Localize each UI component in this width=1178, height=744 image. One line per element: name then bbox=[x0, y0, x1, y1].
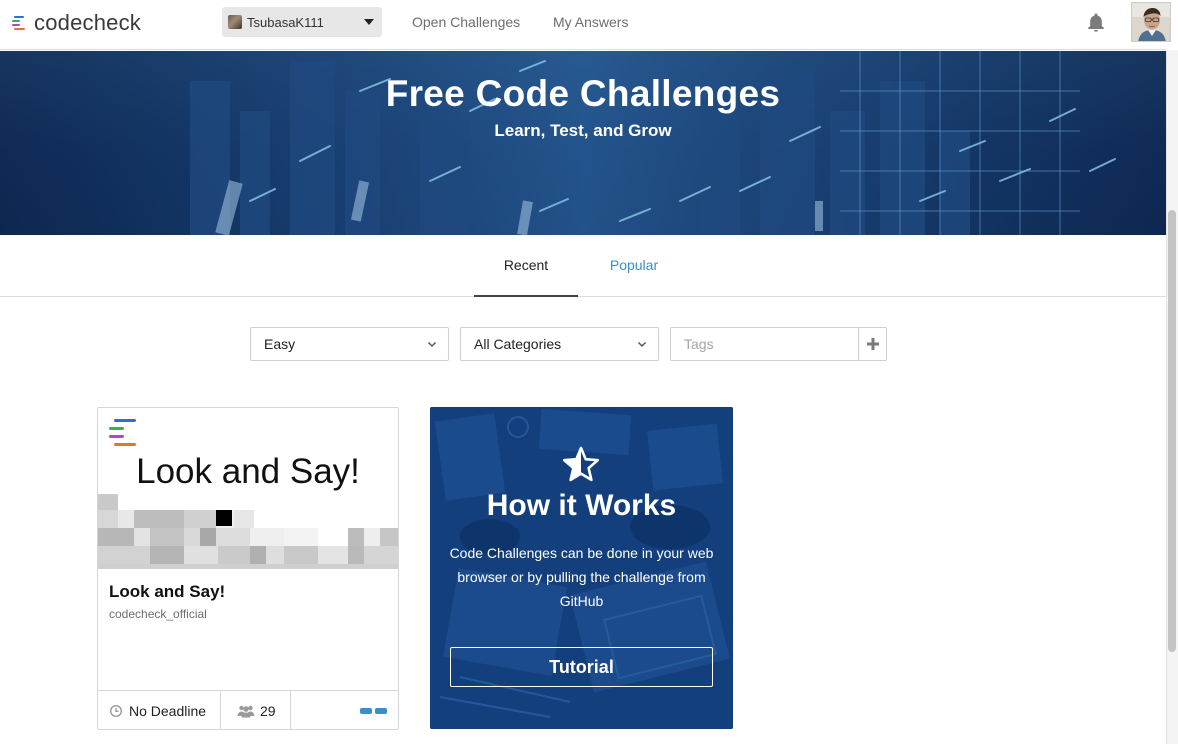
deadline-info: No Deadline bbox=[109, 691, 207, 729]
participants-info: 29 bbox=[237, 691, 276, 729]
chevron-down-icon bbox=[427, 341, 437, 348]
participants-count: 29 bbox=[260, 702, 276, 719]
challenge-card-footer: No Deadline 29 bbox=[98, 690, 398, 729]
difficulty-indicator bbox=[360, 691, 388, 729]
add-tag-button[interactable] bbox=[858, 327, 887, 361]
how-it-works-title: How it Works bbox=[486, 489, 677, 522]
user-avatar[interactable] bbox=[1131, 2, 1171, 42]
top-nav: codecheck TsubasaK111 Open Challenges My… bbox=[0, 0, 1171, 50]
challenge-tabs: Recent Popular bbox=[0, 235, 1166, 297]
difficulty-select[interactable]: Easy bbox=[250, 327, 449, 361]
hero-title: Free Code Challenges bbox=[385, 73, 781, 114]
difficulty-bars-icon bbox=[360, 707, 387, 714]
tutorial-button[interactable]: Tutorial bbox=[450, 647, 713, 687]
tags-input[interactable] bbox=[670, 327, 859, 361]
logo-text: codecheck bbox=[34, 10, 141, 35]
hero-subtitle: Learn, Test, and Grow bbox=[494, 121, 672, 140]
user-avatar-small bbox=[228, 15, 242, 29]
hero-banner: Free Code Challenges Learn, Test, and Gr… bbox=[0, 51, 1166, 235]
logo-mark-icon bbox=[109, 419, 139, 447]
users-icon bbox=[237, 705, 255, 717]
thumbnail-pixel-pattern bbox=[98, 494, 398, 569]
difficulty-select-value: Easy bbox=[264, 336, 296, 352]
bell-icon[interactable] bbox=[1085, 11, 1107, 33]
how-it-works-card: How it Works Code Challenges can be done… bbox=[430, 407, 733, 729]
plus-icon bbox=[866, 338, 879, 350]
challenge-title: Look and Say! bbox=[109, 582, 226, 601]
how-it-works-description: Code Challenges can be done in your web … bbox=[449, 545, 714, 609]
challenge-card[interactable]: Look and Say! Look and Say! codecheck_of… bbox=[97, 407, 399, 730]
logo-mark-icon bbox=[12, 15, 26, 32]
tab-popular[interactable]: Popular bbox=[586, 235, 682, 297]
user-name: TsubasaK111 bbox=[247, 14, 324, 30]
category-select[interactable]: All Categories bbox=[460, 327, 659, 361]
footer-divider bbox=[220, 691, 221, 729]
nav-my-answers[interactable]: My Answers bbox=[553, 14, 628, 30]
page-scrollbar-thumb[interactable] bbox=[1168, 210, 1176, 652]
tab-recent[interactable]: Recent bbox=[474, 235, 578, 297]
thumbnail-title: Look and Say! bbox=[136, 452, 360, 491]
caret-down-icon bbox=[364, 19, 374, 25]
chevron-down-icon bbox=[637, 341, 647, 348]
category-select-value: All Categories bbox=[474, 336, 562, 352]
challenge-thumbnail: Look and Say! bbox=[98, 408, 398, 569]
user-switcher-dropdown[interactable]: TsubasaK111 bbox=[222, 7, 382, 37]
star-icon bbox=[562, 446, 600, 482]
deadline-label: No Deadline bbox=[129, 702, 207, 719]
nav-open-challenges[interactable]: Open Challenges bbox=[412, 14, 520, 30]
challenge-author: codecheck_official bbox=[109, 607, 207, 621]
clock-icon bbox=[109, 704, 123, 717]
codecheck-logo[interactable]: codecheck bbox=[12, 10, 141, 36]
footer-divider bbox=[290, 691, 291, 729]
